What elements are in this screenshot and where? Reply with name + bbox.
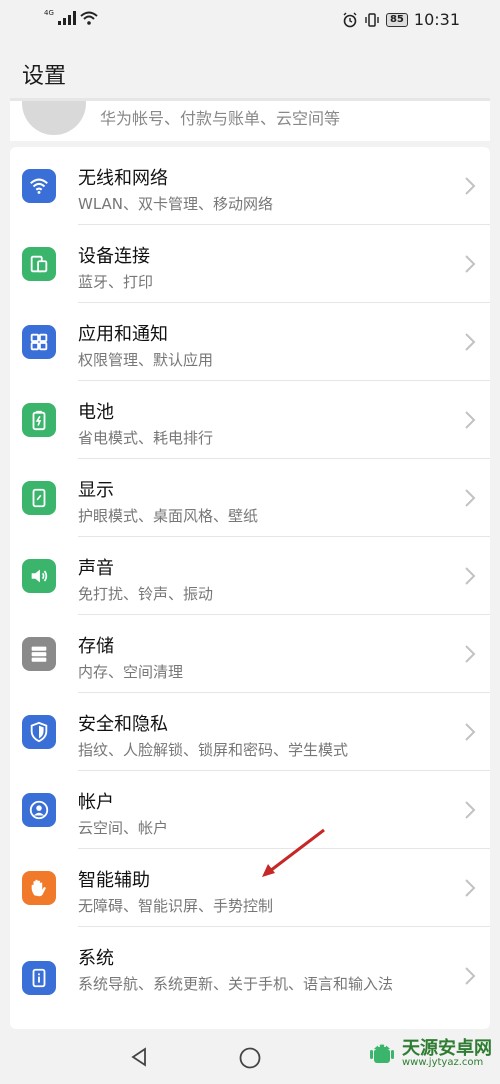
account-subtitle: 华为帐号、付款与账单、云空间等 [100, 109, 341, 128]
settings-item-accounts[interactable]: 帐户 云空间、帐户 [10, 771, 490, 849]
settings-item-subtitle: 免打扰、铃声、振动 [78, 585, 214, 603]
settings-item-battery[interactable]: 电池 省电模式、耗电排行 [10, 381, 490, 459]
battery-level: 85 [385, 12, 408, 27]
storage-icon [22, 637, 56, 671]
settings-item-storage[interactable]: 存储 内存、空间清理 [10, 615, 490, 693]
watermark-text: 天源安卓网 www.jytyaz.com [402, 1040, 492, 1068]
settings-item-title: 声音 [78, 558, 114, 579]
display-icon [22, 481, 56, 515]
settings-item-subtitle: 内存、空间清理 [78, 663, 184, 681]
settings-item-smart-assistance[interactable]: 智能辅助 无障碍、智能识屏、手势控制 [10, 849, 490, 927]
settings-item-title: 应用和通知 [78, 324, 168, 345]
watermark-name: 天源安卓网 [402, 1038, 492, 1059]
settings-item-subtitle: 护眼模式、桌面风格、壁纸 [78, 507, 259, 525]
chevron-right-icon [465, 567, 476, 585]
settings-item-title: 安全和隐私 [78, 714, 168, 735]
hand-icon [22, 871, 56, 905]
status-bar: 4G 85 10:31 [0, 0, 500, 40]
alarm-icon [343, 12, 357, 27]
status-right: 85 10:31 [342, 10, 460, 29]
apps-grid-icon [22, 325, 56, 359]
vibrate-icon [365, 12, 379, 27]
settings-item-subtitle: 省电模式、耗电排行 [78, 429, 214, 447]
android-logo-icon [370, 1044, 394, 1063]
settings-item-subtitle: 系统导航、系统更新、关于手机、语言和输入法 [78, 975, 394, 993]
settings-item-device-connection[interactable]: 设备连接 蓝牙、打印 [10, 225, 490, 303]
settings-item-title: 无线和网络 [78, 168, 168, 189]
home-icon[interactable] [238, 1046, 262, 1070]
chevron-right-icon [465, 177, 476, 195]
settings-item-security-privacy[interactable]: 安全和隐私 指纹、人脸解锁、锁屏和密码、学生模式 [10, 693, 490, 771]
wifi-status-icon [80, 11, 98, 25]
settings-item-wireless[interactable]: 无线和网络 WLAN、双卡管理、移动网络 [10, 147, 490, 225]
chevron-right-icon [465, 645, 476, 663]
chevron-right-icon [465, 723, 476, 741]
system-info-icon [22, 961, 56, 995]
settings-item-title: 存储 [78, 636, 114, 657]
navigation-bar: 天源安卓网 www.jytyaz.com [0, 1030, 500, 1084]
account-card[interactable]: 华为帐号、付款与账单、云空间等 [10, 98, 490, 141]
chevron-right-icon [465, 333, 476, 351]
annotation-arrow [262, 828, 325, 877]
chevron-right-icon [465, 255, 476, 273]
chevron-right-icon [465, 489, 476, 507]
settings-list: 无线和网络 WLAN、双卡管理、移动网络 设备连接 蓝牙、打印 应用和通知 权限… [10, 147, 490, 1029]
chevron-right-icon [465, 967, 476, 985]
sound-icon [22, 559, 56, 593]
watermark-url: www.jytyaz.com [402, 1057, 484, 1068]
chevron-right-icon [465, 801, 476, 819]
status-left: 4G [44, 10, 98, 25]
signal-icon [57, 11, 76, 25]
settings-item-system[interactable]: 系统 系统导航、系统更新、关于手机、语言和输入法 [10, 927, 490, 1027]
clock: 10:31 [413, 10, 460, 29]
back-icon[interactable] [128, 1046, 150, 1068]
settings-item-title: 电池 [78, 402, 114, 423]
settings-item-display[interactable]: 显示 护眼模式、桌面风格、壁纸 [10, 459, 490, 537]
avatar [22, 101, 86, 135]
settings-item-apps[interactable]: 应用和通知 权限管理、默认应用 [10, 303, 490, 381]
settings-item-subtitle: 无障碍、智能识屏、手势控制 [78, 897, 274, 915]
wifi-icon [22, 169, 56, 203]
account-icon [22, 793, 56, 827]
settings-item-subtitle: 权限管理、默认应用 [78, 351, 214, 369]
settings-item-title: 显示 [78, 480, 114, 501]
settings-item-title: 智能辅助 [78, 870, 150, 891]
device-connection-icon [22, 247, 56, 281]
shield-icon [22, 715, 56, 749]
settings-item-sound[interactable]: 声音 免打扰、铃声、振动 [10, 537, 490, 615]
chevron-right-icon [465, 411, 476, 429]
settings-item-subtitle: 指纹、人脸解锁、锁屏和密码、学生模式 [78, 741, 349, 759]
settings-item-subtitle: 蓝牙、打印 [78, 273, 154, 291]
settings-item-title: 帐户 [78, 792, 114, 813]
network-type: 4G [44, 9, 54, 17]
settings-item-subtitle: WLAN、双卡管理、移动网络 [78, 195, 274, 213]
battery-icon [22, 403, 56, 437]
chevron-right-icon [465, 879, 476, 897]
settings-item-title: 设备连接 [78, 246, 150, 267]
settings-item-title: 系统 [78, 948, 114, 969]
page-title: 设置 [22, 64, 67, 89]
watermark: 天源安卓网 www.jytyaz.com [366, 1038, 492, 1070]
